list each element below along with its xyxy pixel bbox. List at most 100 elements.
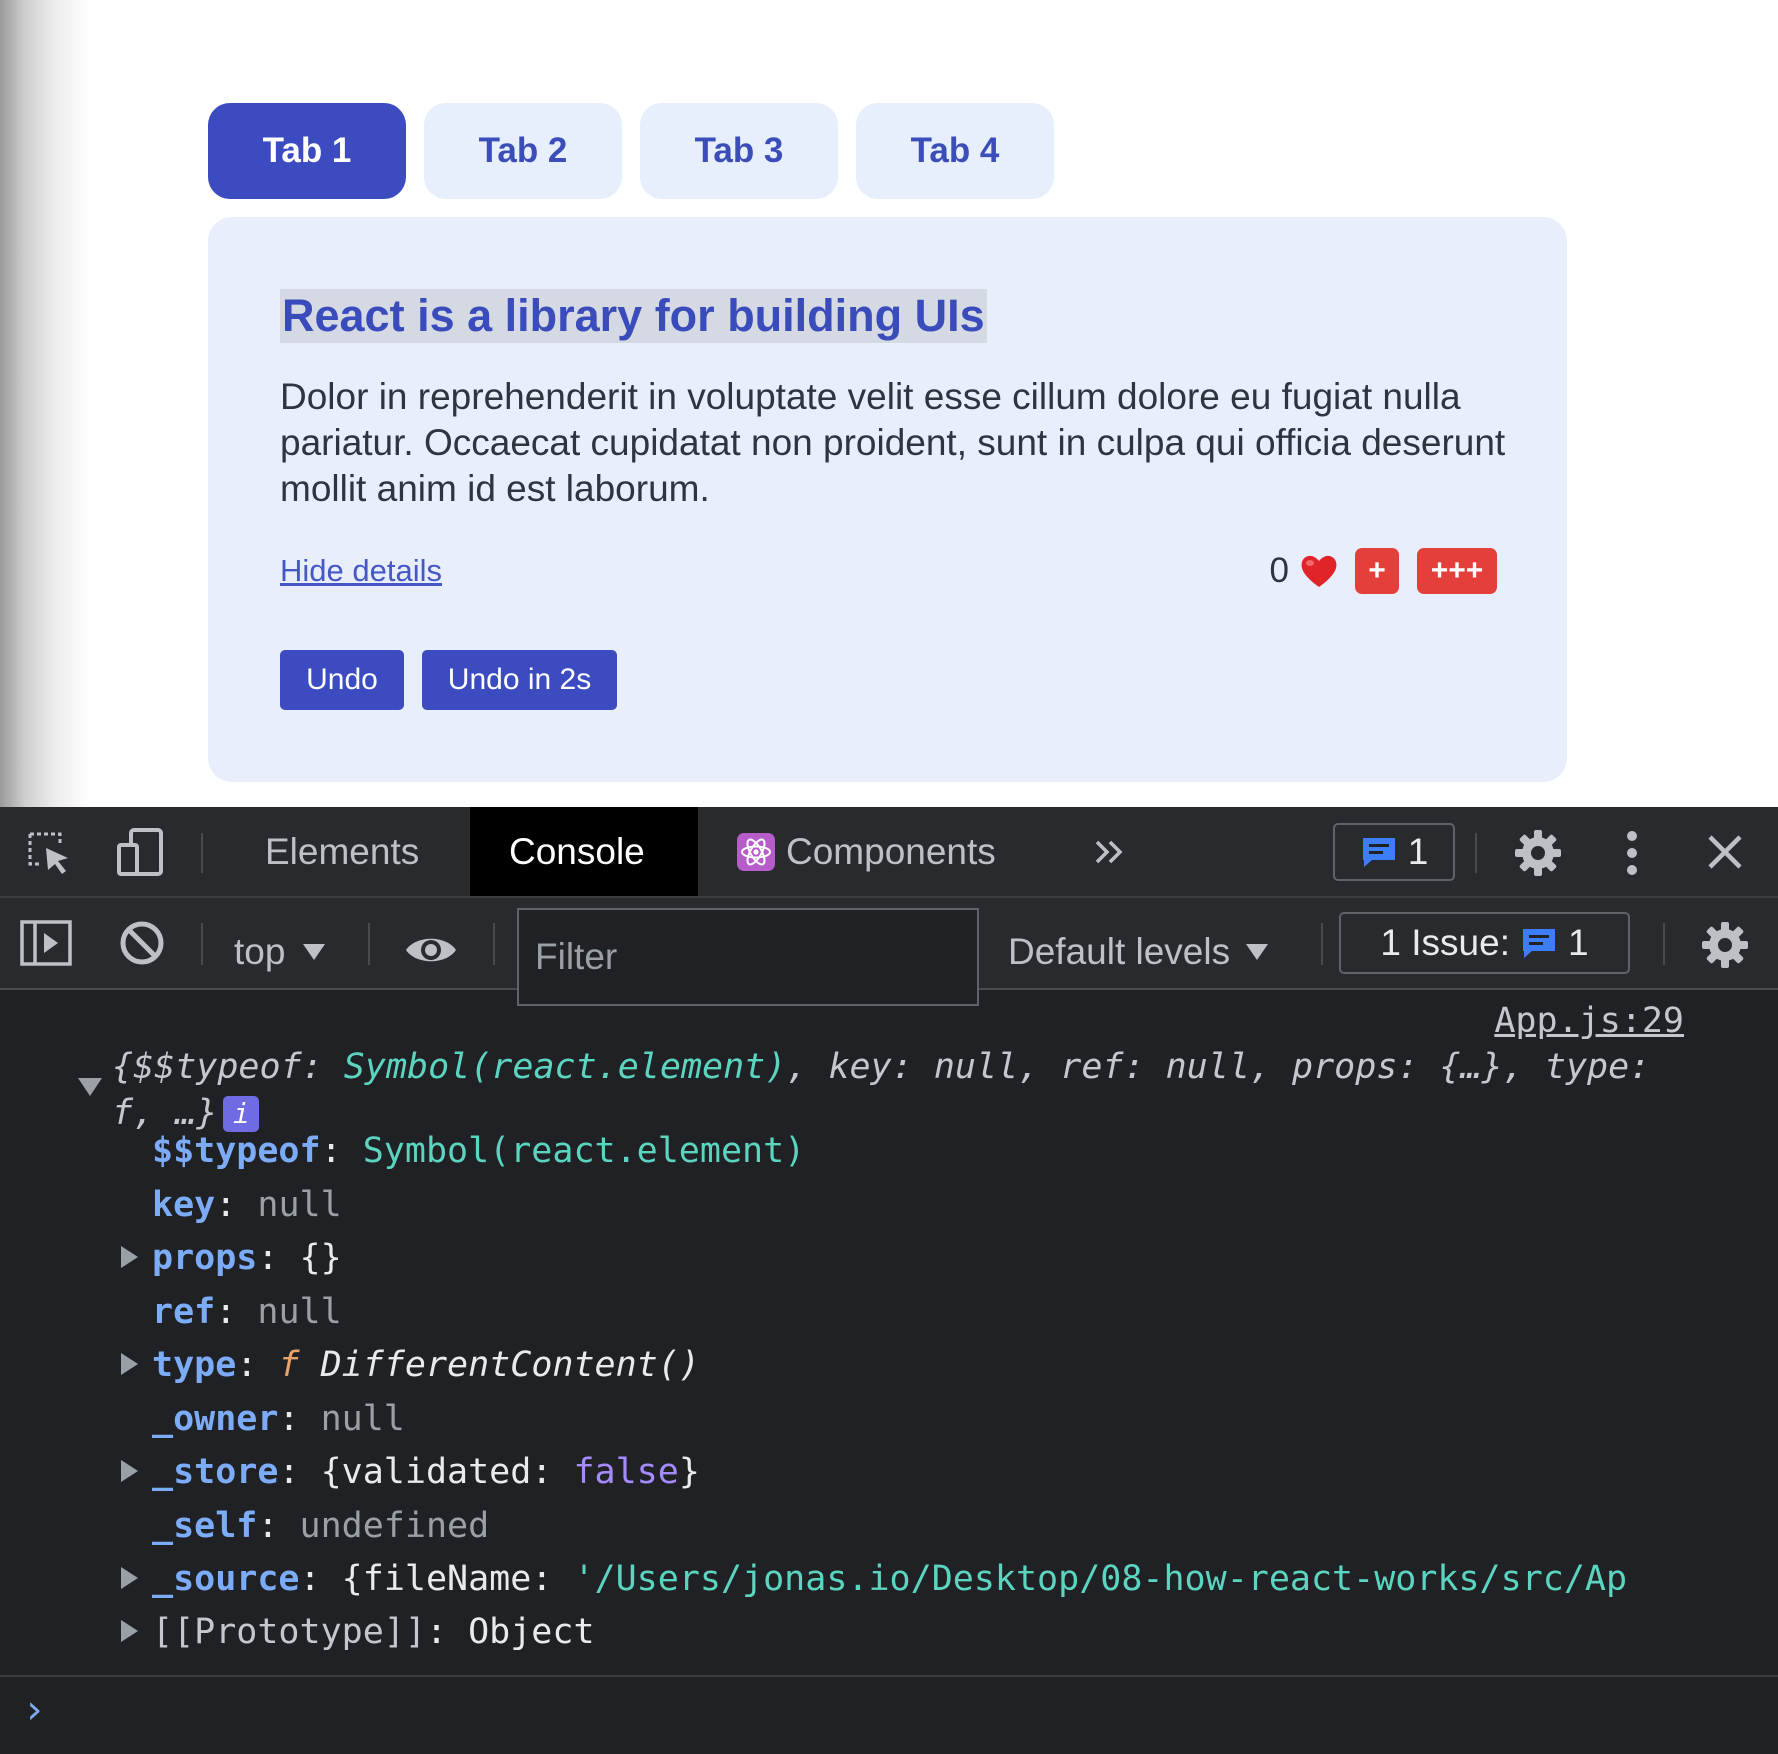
caret-down-icon <box>1246 944 1269 960</box>
prop-row[interactable]: props: {} <box>152 1235 342 1281</box>
filter-field[interactable] <box>517 908 979 1006</box>
prop-key: ref <box>152 1292 216 1332</box>
tab-components[interactable]: Components <box>698 807 1035 896</box>
issues-label: 1 Issue: <box>1380 922 1510 963</box>
log-levels-dropdown[interactable]: Default levels <box>1008 917 1269 987</box>
like-count: 0 <box>1269 551 1289 590</box>
prop-row: ref: null <box>152 1292 342 1332</box>
undo-button[interactable]: Undo <box>280 650 404 710</box>
function-marker: f <box>278 1345 300 1385</box>
context-selector[interactable]: top <box>234 917 326 987</box>
prop-value-prefix: {validated: <box>320 1452 574 1492</box>
react-components-icon <box>737 832 775 871</box>
prop-row[interactable]: type: f DifferentContent() <box>152 1342 700 1388</box>
caret-down-icon <box>303 944 326 960</box>
prop-value-suffix: } <box>678 1452 700 1492</box>
settings-gear-icon[interactable] <box>1511 826 1565 880</box>
prop-value-prefix: {fileName: <box>341 1559 574 1599</box>
prop-value: null <box>257 1292 342 1332</box>
close-icon[interactable] <box>1700 827 1750 877</box>
console-prompt[interactable]: › <box>22 1687 46 1733</box>
expand-source-icon[interactable] <box>121 1567 138 1589</box>
log-levels-label: Default levels <box>1008 931 1231 972</box>
prop-value: null <box>320 1399 405 1439</box>
tab-elements[interactable]: Elements <box>226 807 458 896</box>
expand-props-icon[interactable] <box>121 1246 138 1268</box>
issues-button[interactable]: 1 Issue: 1 <box>1339 912 1630 974</box>
separator <box>368 923 370 965</box>
prop-value: null <box>257 1185 342 1225</box>
devtools-tab-bar: Elements Console Components 1 <box>0 807 1778 898</box>
console-settings-gear-icon[interactable] <box>1697 917 1753 973</box>
prop-key: key <box>152 1185 216 1225</box>
kebab-menu-icon[interactable] <box>1612 826 1652 880</box>
filter-input[interactable] <box>517 908 979 1006</box>
undo-row: Undo Undo in 2s <box>280 650 617 710</box>
separator <box>201 833 203 873</box>
tab-console[interactable]: Console <box>470 807 698 896</box>
tab-4[interactable]: Tab 4 <box>856 103 1054 199</box>
messages-badge[interactable]: 1 <box>1333 823 1455 881</box>
likes-group: 0 + +++ <box>1270 548 1497 594</box>
tab-1[interactable]: Tab 1 <box>208 103 406 199</box>
prop-value: {} <box>299 1238 342 1278</box>
prop-key: _owner <box>152 1399 279 1439</box>
tab-bar: Tab 1 Tab 2 Tab 3 Tab 4 <box>208 103 1054 199</box>
separator <box>1475 833 1477 873</box>
window-edge-shadow <box>0 0 90 807</box>
undo-in-2s-button[interactable]: Undo in 2s <box>422 650 617 710</box>
prop-key: $$typeof <box>152 1131 321 1171</box>
more-tabs-icon[interactable] <box>1085 829 1135 875</box>
summary-symbol: Symbol(react.element) <box>343 1047 787 1087</box>
prop-key: type <box>152 1345 237 1385</box>
messages-count: 1 <box>1407 831 1429 872</box>
like-plus-button[interactable]: + <box>1355 548 1399 594</box>
prop-row: _self: undefined <box>152 1506 490 1546</box>
info-icon[interactable]: i <box>223 1096 260 1132</box>
panel-title: React is a library for building UIs <box>280 289 987 343</box>
expand-prototype-icon[interactable] <box>121 1620 138 1642</box>
prop-key: _source <box>152 1559 300 1599</box>
device-toolbar-icon[interactable] <box>112 824 168 880</box>
prop-row: $$typeof: Symbol(react.element) <box>152 1131 806 1171</box>
heart-icon <box>1301 555 1337 587</box>
inspect-element-icon[interactable] <box>20 824 76 880</box>
prop-row[interactable]: _store: {validated: false} <box>152 1449 700 1495</box>
sidebar-toggle-icon[interactable] <box>16 918 76 968</box>
expand-type-icon[interactable] <box>121 1353 138 1375</box>
clear-console-icon[interactable] <box>115 918 169 968</box>
issues-count: 1 <box>1568 922 1589 963</box>
prop-key: props <box>152 1238 258 1278</box>
summary-prefix: {$$typeof: <box>112 1047 344 1087</box>
tab-2[interactable]: Tab 2 <box>424 103 622 199</box>
prop-key: _self <box>152 1506 258 1546</box>
source-link[interactable]: App.js:29 <box>1494 1001 1684 1041</box>
tab-3[interactable]: Tab 3 <box>640 103 838 199</box>
separator <box>493 923 495 965</box>
like-triple-plus-button[interactable]: +++ <box>1417 548 1497 594</box>
devtools-panel: Elements Console Components 1 top Filter… <box>0 807 1778 1754</box>
prop-value: Object <box>468 1612 595 1652</box>
prompt-divider <box>0 1675 1778 1677</box>
prop-value: '/Users/jonas.io/Desktop/08-how-react-wo… <box>573 1559 1628 1599</box>
hide-details-link[interactable]: Hide details <box>280 553 442 589</box>
app-viewport: Tab 1 Tab 2 Tab 3 Tab 4 React is a libra… <box>0 0 1778 807</box>
collapse-object-icon[interactable] <box>78 1078 102 1096</box>
separator <box>1321 923 1323 965</box>
panel-text: Dolor in reprehenderit in voluptate veli… <box>280 376 1506 509</box>
live-expression-eye-icon[interactable] <box>401 927 461 973</box>
object-summary[interactable]: {$$typeof: Symbol(react.element), key: n… <box>112 1044 1692 1136</box>
prop-row[interactable]: [[Prototype]]: Object <box>152 1609 595 1655</box>
prop-value: undefined <box>299 1506 490 1546</box>
prop-row[interactable]: _source: {fileName: '/Users/jonas.io/Des… <box>152 1556 1627 1602</box>
context-label: top <box>234 931 286 972</box>
prop-value: Symbol(react.element) <box>362 1131 806 1171</box>
tab-content-panel: React is a library for building UIs Dolo… <box>208 217 1567 782</box>
message-icon <box>1362 838 1395 867</box>
expand-store-icon[interactable] <box>121 1460 138 1482</box>
prop-value: DifferentContent() <box>320 1345 700 1385</box>
prop-value: false <box>573 1452 679 1492</box>
prop-row: _owner: null <box>152 1399 405 1439</box>
separator <box>201 923 203 965</box>
separator <box>1663 923 1665 965</box>
